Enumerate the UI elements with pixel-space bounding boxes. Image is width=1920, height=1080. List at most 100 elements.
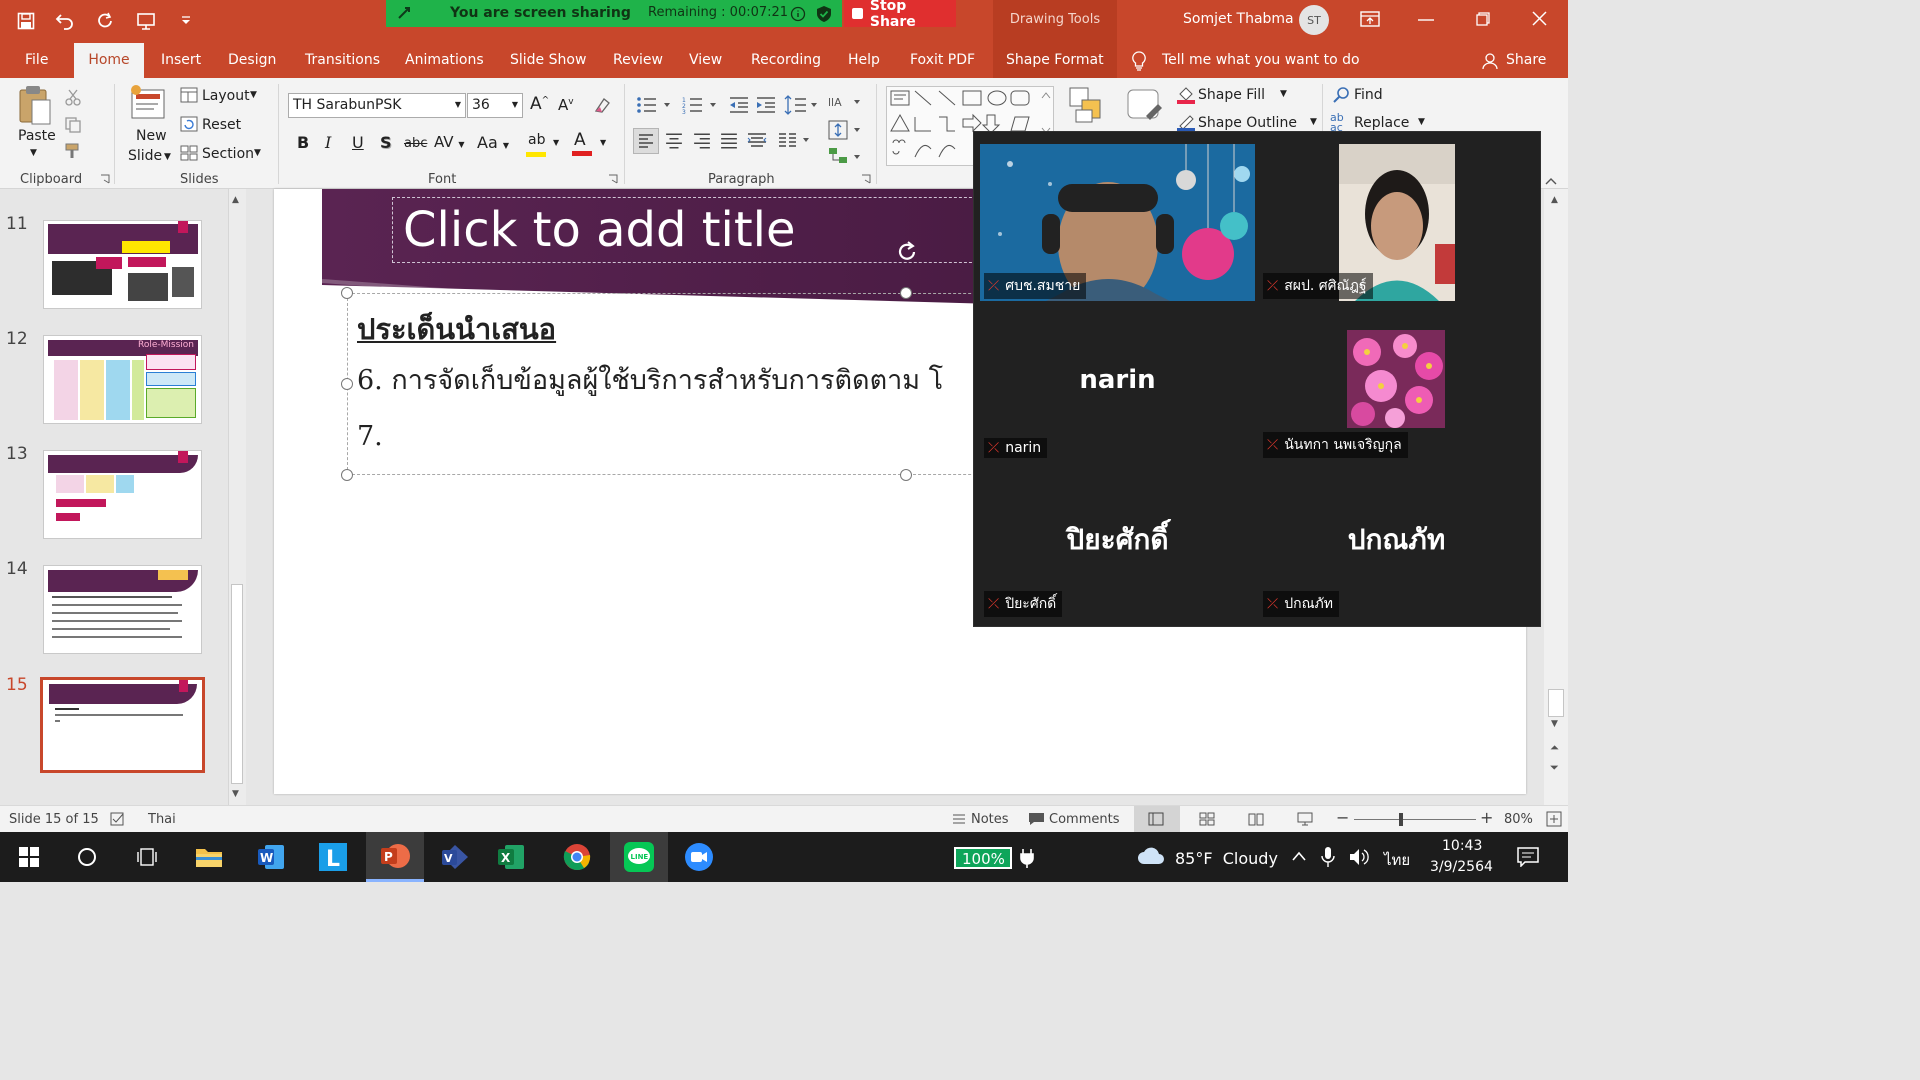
taskbar-file-explorer[interactable] bbox=[192, 840, 226, 874]
next-slide-icon[interactable]: ⏷ bbox=[1550, 761, 1559, 775]
arrange-icon[interactable] bbox=[1068, 86, 1108, 126]
bold-icon[interactable]: B bbox=[297, 133, 309, 152]
notes-button[interactable]: Notes bbox=[971, 812, 1009, 827]
align-right-icon[interactable] bbox=[693, 132, 711, 150]
tab-home[interactable]: Home bbox=[74, 43, 144, 78]
line-spacing-icon[interactable] bbox=[784, 94, 818, 116]
present-icon[interactable] bbox=[134, 8, 158, 34]
resize-handle[interactable] bbox=[900, 287, 912, 299]
tab-file[interactable]: File bbox=[25, 52, 48, 68]
previous-slide-icon[interactable]: ⏶ bbox=[1550, 741, 1559, 755]
participant-tile[interactable]: ⤫ นันทกา นพเจริญกุล bbox=[1259, 303, 1534, 460]
avatar[interactable]: ST bbox=[1299, 5, 1329, 35]
text-direction-icon[interactable]: llA bbox=[828, 92, 862, 114]
restore-icon[interactable] bbox=[1476, 12, 1490, 26]
normal-view-button[interactable] bbox=[1134, 806, 1180, 832]
align-text-icon[interactable] bbox=[828, 119, 862, 141]
weather-text[interactable]: 85°F Cloudy bbox=[1175, 849, 1278, 868]
participant-tile[interactable]: narin ⤫ narin bbox=[980, 303, 1255, 460]
save-icon[interactable] bbox=[14, 8, 38, 34]
zoom-slider-thumb[interactable] bbox=[1399, 813, 1404, 826]
scroll-thumb[interactable] bbox=[231, 584, 243, 784]
underline-icon[interactable]: U bbox=[352, 133, 364, 152]
taskbar-word[interactable]: W bbox=[254, 840, 288, 874]
scroll-down-icon[interactable]: ▼ bbox=[1551, 719, 1558, 729]
slide-scrollbar[interactable]: ▲ ▼ ⏶ ⏷ bbox=[1544, 189, 1568, 805]
clear-formatting-icon[interactable] bbox=[592, 95, 612, 115]
resize-handle[interactable] bbox=[341, 469, 353, 481]
tab-slide-show[interactable]: Slide Show bbox=[510, 52, 586, 68]
bullets-icon[interactable] bbox=[636, 96, 672, 114]
tab-insert[interactable]: Insert bbox=[161, 52, 201, 68]
increase-indent-icon[interactable] bbox=[755, 96, 777, 114]
participant-tile[interactable]: ปกณภัท ⤫ ปกณภัท bbox=[1259, 462, 1534, 619]
slide-sorter-icon[interactable] bbox=[1199, 812, 1215, 826]
chevron-up-icon[interactable] bbox=[1291, 850, 1307, 862]
slide-indicator[interactable]: Slide 15 of 15 bbox=[9, 812, 99, 827]
undo-icon[interactable] bbox=[54, 8, 78, 34]
new-slide-button[interactable]: New Slide ▼ bbox=[128, 84, 178, 170]
taskbar-zoom[interactable] bbox=[682, 840, 716, 874]
font-family-select[interactable]: TH SarabunPSK ▼ bbox=[288, 93, 466, 118]
reading-view-icon[interactable] bbox=[1248, 812, 1264, 826]
decrease-font-size-icon[interactable]: Av bbox=[558, 96, 574, 114]
scroll-thumb[interactable] bbox=[1548, 689, 1564, 717]
italic-icon[interactable]: I bbox=[325, 133, 331, 152]
participant-tile[interactable]: ปิยะศักดิ์ ⤫ ปิยะศักดิ์ bbox=[980, 462, 1255, 619]
scroll-up-icon[interactable]: ▲ bbox=[1551, 195, 1558, 205]
dialog-launcher-icon[interactable] bbox=[608, 174, 618, 184]
tab-help[interactable]: Help bbox=[848, 52, 880, 68]
cortana-button[interactable] bbox=[70, 840, 104, 874]
zoom-out-icon[interactable]: − bbox=[1336, 808, 1349, 827]
microphone-icon[interactable] bbox=[1321, 846, 1335, 868]
paste-button[interactable]: Paste ▼ bbox=[14, 84, 58, 164]
collapse-ribbon-icon[interactable] bbox=[1544, 176, 1558, 186]
slide-thumbnail-15[interactable] bbox=[40, 677, 205, 773]
stop-share-button[interactable]: Stop Share bbox=[844, 0, 956, 30]
taskbar-line[interactable]: LINE bbox=[610, 832, 668, 882]
zoom-level[interactable]: 80% bbox=[1504, 812, 1533, 827]
slide-thumbnail-12[interactable]: Role-Mission bbox=[43, 335, 202, 424]
taskbar-line-launcher[interactable]: L bbox=[316, 840, 350, 874]
start-button[interactable] bbox=[12, 840, 46, 874]
taskbar-visio[interactable]: V bbox=[438, 840, 472, 874]
volume-icon[interactable] bbox=[1348, 847, 1370, 867]
share-button[interactable]: Share bbox=[1506, 52, 1546, 68]
dialog-launcher-icon[interactable] bbox=[100, 174, 110, 184]
text-shadow-icon[interactable]: S bbox=[380, 133, 392, 152]
zoom-in-icon[interactable]: + bbox=[1480, 808, 1493, 827]
slide-thumbnail-11[interactable] bbox=[43, 220, 202, 309]
dialog-launcher-icon[interactable] bbox=[861, 174, 871, 184]
redo-icon[interactable] bbox=[94, 8, 118, 34]
meeting-gallery[interactable]: ⤫ ศบช.สมชาย ⤫ สผป. ศศิณัฎฐ์ narin ⤫ narin ⤫… bbox=[973, 131, 1541, 627]
participant-tile[interactable]: ⤫ สผป. ศศิณัฎฐ์ bbox=[1259, 144, 1534, 301]
resize-handle[interactable] bbox=[900, 469, 912, 481]
format-painter-icon[interactable] bbox=[64, 142, 84, 160]
account-name[interactable]: Somjet Thabma bbox=[1183, 11, 1294, 27]
minimize-icon[interactable] bbox=[1418, 18, 1434, 22]
spelling-check-icon[interactable] bbox=[110, 812, 126, 826]
font-color-button[interactable]: A ▼ bbox=[572, 130, 612, 158]
character-spacing-icon[interactable]: AV ▼ bbox=[434, 133, 465, 151]
comments-button[interactable]: Comments bbox=[1049, 812, 1119, 827]
tab-design[interactable]: Design bbox=[228, 52, 276, 68]
slide-thumbnail-13[interactable] bbox=[43, 450, 202, 539]
justify-icon[interactable] bbox=[720, 132, 738, 150]
taskbar-chrome[interactable] bbox=[560, 840, 594, 874]
close-icon[interactable] bbox=[1532, 11, 1547, 26]
resize-handle[interactable] bbox=[341, 287, 353, 299]
language-indicator[interactable]: Thai bbox=[148, 812, 176, 827]
slide-body-text[interactable]: ประเด็นนำเสนอ 6. การจัดเก็บข้อมูลผู้ใช้บ… bbox=[357, 309, 943, 465]
decrease-indent-icon[interactable] bbox=[728, 96, 750, 114]
change-case-button[interactable]: Aa ▼ bbox=[477, 133, 509, 152]
clock-time[interactable]: 10:43 bbox=[1442, 838, 1482, 854]
rotate-handle-icon[interactable] bbox=[894, 239, 920, 265]
participant-tile[interactable]: ⤫ ศบช.สมชาย bbox=[980, 144, 1255, 301]
tell-me-search[interactable]: Tell me what you want to do bbox=[1162, 52, 1360, 68]
zoom-slider[interactable] bbox=[1354, 813, 1476, 826]
scroll-up-icon[interactable]: ▲ bbox=[232, 195, 239, 205]
increase-font-size-icon[interactable]: A^ bbox=[530, 94, 549, 114]
info-icon[interactable] bbox=[790, 6, 806, 22]
cut-icon[interactable] bbox=[64, 88, 82, 106]
strikethrough-icon[interactable]: abc bbox=[404, 136, 427, 151]
